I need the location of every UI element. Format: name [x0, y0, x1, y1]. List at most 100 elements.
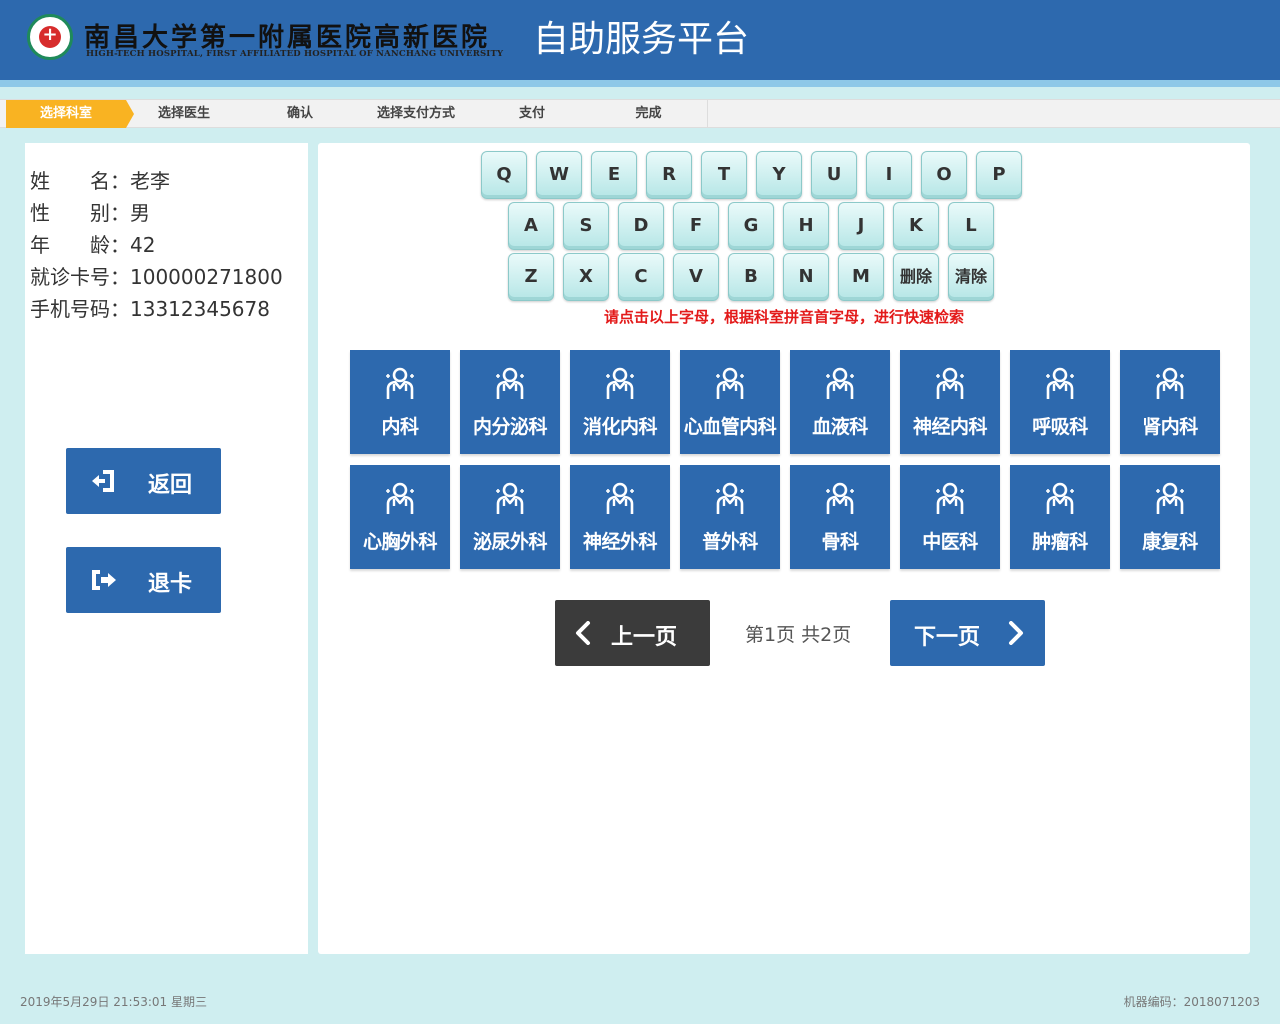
page-indicator: 第1页 共2页 — [745, 624, 852, 646]
department-name: 呼吸科 — [1032, 416, 1088, 438]
key-y[interactable]: Y — [756, 151, 802, 199]
patient-phone-row: 手机号码：13312345678 — [30, 293, 270, 322]
key-t[interactable]: T — [701, 151, 747, 199]
key-m[interactable]: M — [838, 253, 884, 301]
patient-card-label: 就诊卡号： — [30, 265, 130, 289]
key-g[interactable]: G — [728, 202, 774, 250]
eject-card-button-label: 退卡 — [148, 572, 193, 597]
patient-gender-row: 性 别：男 — [30, 197, 150, 226]
key-delete[interactable]: 删除 — [893, 253, 939, 301]
department-tile[interactable]: 肾内科 — [1120, 350, 1220, 454]
key-r[interactable]: R — [646, 151, 692, 199]
step-confirm: 确认 — [286, 106, 313, 121]
department-name: 肾内科 — [1142, 416, 1198, 438]
key-z[interactable]: Z — [508, 253, 554, 301]
key-j[interactable]: J — [838, 202, 884, 250]
key-n[interactable]: N — [783, 253, 829, 301]
department-name: 骨科 — [821, 531, 859, 553]
key-v[interactable]: V — [673, 253, 719, 301]
key-d[interactable]: D — [618, 202, 664, 250]
department-tile[interactable]: 神经内科 — [900, 350, 1000, 454]
patient-info-panel: 姓 名：老李 性 别：男 年 龄：42 就诊卡号：100000271800 手机… — [25, 143, 308, 954]
key-x[interactable]: X — [563, 253, 609, 301]
doctor-icon — [606, 367, 634, 399]
key-h[interactable]: H — [783, 202, 829, 250]
department-tile[interactable]: 康复科 — [1120, 465, 1220, 569]
doctor-icon — [386, 367, 414, 399]
chevron-right-icon — [1009, 621, 1023, 645]
search-hint: 请点击以上字母，根据科室拼音首字母，进行快速检索 — [603, 308, 964, 326]
patient-name: 老李 — [130, 169, 170, 193]
department-name: 心血管内科 — [683, 416, 777, 438]
progress-steps: 选择科室 选择医生 确认 选择支付方式 支付 完成 — [0, 99, 1280, 128]
department-tile[interactable]: 肿瘤科 — [1010, 465, 1110, 569]
department-tile[interactable]: 呼吸科 — [1010, 350, 1110, 454]
doctor-icon — [936, 367, 964, 399]
department-tile[interactable]: 心血管内科 — [680, 350, 780, 454]
back-button-label: 返回 — [148, 473, 193, 498]
key-u[interactable]: U — [811, 151, 857, 199]
key-q[interactable]: Q — [481, 151, 527, 199]
back-button[interactable]: 返回 — [66, 448, 221, 514]
doctor-icon — [716, 367, 744, 399]
eject-card-button[interactable]: 退卡 — [66, 547, 221, 613]
department-name: 心胸外科 — [362, 531, 438, 553]
key-i[interactable]: I — [866, 151, 912, 199]
step-pay: 支付 — [518, 106, 545, 121]
department-name: 泌尿外科 — [472, 531, 548, 553]
chevron-left-icon — [576, 621, 590, 645]
key-l[interactable]: L — [948, 202, 994, 250]
datetime: 2019年5月29日 21:53:01 星期三 — [20, 995, 207, 1009]
hospital-logo-icon — [27, 14, 73, 60]
department-name: 血液科 — [812, 416, 868, 438]
patient-gender: 男 — [130, 201, 150, 225]
patient-phone: 13312345678 — [130, 297, 270, 321]
next-page-label: 下一页 — [914, 625, 981, 650]
key-b[interactable]: B — [728, 253, 774, 301]
doctor-icon — [1156, 367, 1184, 399]
department-tile[interactable]: 消化内科 — [570, 350, 670, 454]
department-name: 肿瘤科 — [1032, 531, 1088, 553]
department-name: 神经外科 — [582, 531, 658, 553]
step-select-doctor: 选择医生 — [157, 106, 210, 121]
department-tile[interactable]: 心胸外科 — [350, 465, 450, 569]
key-s[interactable]: S — [563, 202, 609, 250]
key-k[interactable]: K — [893, 202, 939, 250]
department-tile[interactable]: 内科 — [350, 350, 450, 454]
key-w[interactable]: W — [536, 151, 582, 199]
department-tile[interactable]: 血液科 — [790, 350, 890, 454]
patient-name-label: 姓 名： — [30, 169, 130, 193]
step-select-department: 选择科室 — [6, 100, 126, 128]
department-tile[interactable]: 内分泌科 — [460, 350, 560, 454]
doctor-icon — [826, 367, 854, 399]
header-divider — [0, 80, 1280, 87]
patient-name-row: 姓 名：老李 — [30, 165, 170, 194]
department-name: 普外科 — [702, 531, 758, 553]
next-page-button[interactable]: 下一页 — [890, 600, 1045, 666]
prev-page-button[interactable]: 上一页 — [555, 600, 710, 666]
department-name: 消化内科 — [582, 416, 658, 438]
key-c[interactable]: C — [618, 253, 664, 301]
department-tile[interactable]: 神经外科 — [570, 465, 670, 569]
patient-card-row: 就诊卡号：100000271800 — [30, 261, 283, 290]
patient-phone-label: 手机号码： — [30, 297, 130, 321]
department-name: 康复科 — [1142, 531, 1198, 553]
key-e[interactable]: E — [591, 151, 637, 199]
department-tile[interactable]: 泌尿外科 — [460, 465, 560, 569]
doctor-icon — [386, 482, 414, 514]
doctor-icon — [716, 482, 744, 514]
department-name: 内科 — [381, 416, 419, 438]
patient-card-number: 100000271800 — [130, 265, 283, 289]
department-tile[interactable]: 中医科 — [900, 465, 1000, 569]
key-clear[interactable]: 清除 — [948, 253, 994, 301]
key-f[interactable]: F — [673, 202, 719, 250]
department-panel: Q W E R T Y U I O P A S D F G H J K L Z X C V B N M 删除 清除 请点击以上字母，根… — [318, 143, 1250, 954]
doctor-icon — [936, 482, 964, 514]
department-tile[interactable]: 普外科 — [680, 465, 780, 569]
department-tile[interactable]: 骨科 — [790, 465, 890, 569]
key-a[interactable]: A — [508, 202, 554, 250]
key-o[interactable]: O — [921, 151, 967, 199]
key-p[interactable]: P — [976, 151, 1022, 199]
patient-age-label: 年 龄： — [30, 233, 130, 257]
doctor-icon — [606, 482, 634, 514]
